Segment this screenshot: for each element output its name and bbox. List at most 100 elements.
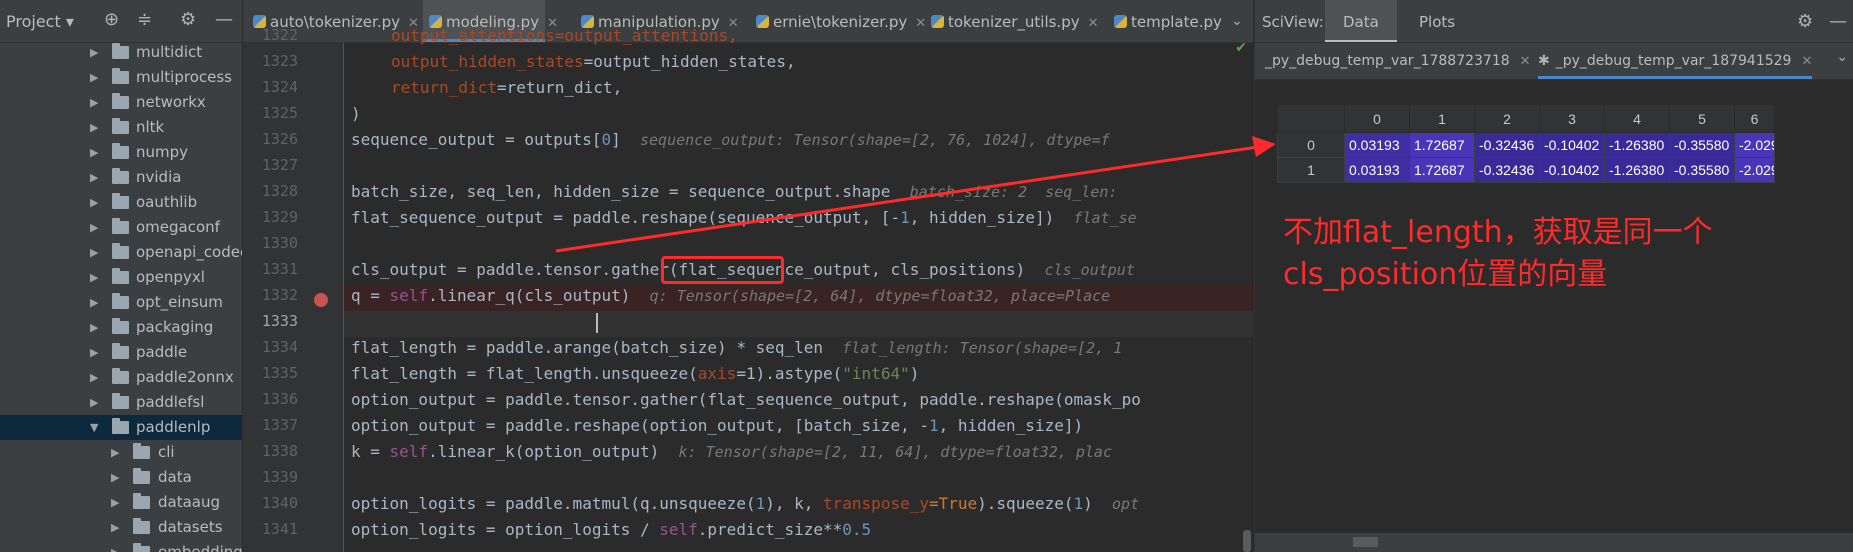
- row-index: 0: [1277, 132, 1345, 158]
- table-cell[interactable]: -0.32436: [1474, 132, 1540, 158]
- tree-item-dataaug[interactable]: ▶ dataaug: [0, 490, 242, 515]
- table-cell[interactable]: -0.32436: [1474, 157, 1540, 183]
- debug-inline-value: q: Tensor(shape=[2, 64], dtype=float32, …: [649, 287, 1111, 305]
- tree-item-openapi-codec[interactable]: ▶ openapi_codec: [0, 240, 242, 265]
- minimize-icon[interactable]: —: [215, 11, 233, 29]
- python-file-icon: [931, 15, 944, 28]
- code-line[interactable]: q = self.linear_q(cls_output) q: Tensor(…: [351, 286, 1110, 305]
- scrollbar-thumb[interactable]: [1353, 537, 1378, 547]
- tree-item-opt-einsum[interactable]: ▶ opt_einsum: [0, 290, 242, 315]
- close-icon[interactable]: ✕: [1520, 54, 1531, 69]
- code-line[interactable]: k = self.linear_k(option_output) k: Tens…: [351, 442, 1112, 461]
- table-cell[interactable]: -0.10402: [1539, 132, 1605, 158]
- tree-item-packaging[interactable]: ▶ packaging: [0, 315, 242, 340]
- debug-inline-value: cls_output: [1044, 261, 1135, 279]
- current-line-highlight: [344, 311, 1253, 337]
- tree-item-omegaconf[interactable]: ▶ omegaconf: [0, 215, 242, 240]
- table-cell[interactable]: -0.35580: [1669, 132, 1735, 158]
- code-line[interactable]: flat_length = flat_length.unsqueeze(axis…: [351, 364, 919, 383]
- tree-item-paddle[interactable]: ▶ paddle: [0, 340, 242, 365]
- table-cell[interactable]: -1.26380: [1604, 132, 1670, 158]
- column-header[interactable]: 0: [1344, 104, 1410, 133]
- line-number: 1336: [261, 390, 298, 408]
- table-cell[interactable]: 1.72687: [1409, 132, 1475, 158]
- folder-icon: [112, 293, 129, 309]
- close-icon[interactable]: ✕: [1088, 16, 1099, 31]
- code-line[interactable]: option_logits = option_logits / self.pre…: [351, 520, 871, 539]
- tree-item-nltk[interactable]: ▶ nltk: [0, 115, 242, 140]
- column-header[interactable]: 4: [1604, 104, 1670, 133]
- table-cell[interactable]: 0.03193: [1344, 132, 1410, 158]
- table-cell[interactable]: -0.10402: [1539, 157, 1605, 183]
- breakpoint-icon[interactable]: [314, 293, 328, 307]
- tree-item-data[interactable]: ▶ data: [0, 465, 242, 490]
- tree-item-cli[interactable]: ▶ cli: [0, 440, 242, 465]
- tabs-overflow-icon[interactable]: ⌄: [1221, 0, 1253, 42]
- project-panel: Project ▾ ⊕ ≑ ⚙ — ▶ multidict ▶ multiproce…: [0, 0, 242, 552]
- code-line[interactable]: flat_length = paddle.arange(batch_size) …: [351, 338, 1122, 357]
- code-line[interactable]: flat_sequence_output = paddle.reshape(se…: [351, 208, 1137, 227]
- code-line[interactable]: return_dict=return_dict,: [391, 78, 622, 97]
- column-header[interactable]: 2: [1474, 104, 1540, 133]
- tree-item-networkx[interactable]: ▶ networkx: [0, 90, 242, 115]
- text-cursor: [596, 313, 598, 333]
- tree-item-paddlefsl[interactable]: ▶ paddlefsl: [0, 390, 242, 415]
- code-line[interactable]: output_hidden_states=output_hidden_state…: [391, 52, 796, 71]
- column-header[interactable]: 1: [1409, 104, 1475, 133]
- annotation-line-2: cls_position位置的向量: [1283, 257, 1608, 292]
- code-line[interactable]: sequence_output = outputs[0] sequence_ou…: [351, 130, 1110, 149]
- line-number: 1331: [261, 260, 298, 278]
- line-number: 1333: [261, 312, 298, 330]
- horizontal-scrollbar[interactable]: [1255, 533, 1853, 552]
- code-line[interactable]: batch_size, seq_len, hidden_size = seque…: [351, 182, 1117, 201]
- tree-item-numpy[interactable]: ▶ numpy: [0, 140, 242, 165]
- tab-debug-var-1[interactable]: _py_debug_temp_var_1788723718 ✕: [1265, 43, 1531, 79]
- column-header[interactable]: 3: [1539, 104, 1605, 133]
- code-line[interactable]: option_output = paddle.tensor.gather(fla…: [351, 390, 1141, 409]
- folder-icon: [112, 68, 129, 84]
- tree-item-nvidia[interactable]: ▶ nvidia: [0, 165, 242, 190]
- tree-item-paddlenlp[interactable]: ▼ paddlenlp: [0, 415, 242, 440]
- gear-icon[interactable]: ⚙: [180, 11, 196, 29]
- line-number: 1335: [261, 364, 298, 382]
- chevron-down-icon[interactable]: ⌄: [1836, 49, 1848, 65]
- line-number: 1340: [261, 494, 298, 512]
- code-line[interactable]: ): [351, 104, 361, 123]
- minimize-icon[interactable]: —: [1829, 11, 1847, 32]
- folder-icon: [112, 118, 129, 134]
- tree-item-embeddings[interactable]: ▶embeddings: [0, 540, 242, 552]
- tree-item-multiprocess[interactable]: ▶ multiprocess: [0, 65, 242, 90]
- line-number: 1322: [261, 26, 298, 44]
- index-header: [1277, 104, 1345, 133]
- tab-plots[interactable]: Plots: [1401, 0, 1473, 40]
- collapse-all-icon[interactable]: ≑: [137, 11, 152, 29]
- bug-icon: ✱: [1538, 53, 1550, 69]
- folder-icon: [133, 468, 150, 484]
- tab-template[interactable]: template.py: [1108, 0, 1222, 42]
- table-cell[interactable]: -0.35580: [1669, 157, 1735, 183]
- tab-debug-var-2[interactable]: ✱ _py_debug_temp_var_187941529 ✕: [1538, 43, 1813, 79]
- column-header[interactable]: 6: [1734, 104, 1775, 133]
- tab-ernie-tokenizer[interactable]: ernie\tokenizer.py ✕: [750, 0, 926, 42]
- gear-icon[interactable]: ⚙: [1797, 11, 1813, 32]
- column-header[interactable]: 5: [1669, 104, 1735, 133]
- project-view-dropdown[interactable]: Project ▾: [6, 12, 74, 31]
- vertical-scrollbar[interactable]: [1243, 530, 1251, 552]
- tab-data[interactable]: Data: [1325, 0, 1397, 42]
- table-cell[interactable]: 1.72687: [1409, 157, 1475, 183]
- locate-icon[interactable]: ⊕: [104, 11, 119, 29]
- tree-item-paddle2onnx[interactable]: ▶ paddle2onnx: [0, 365, 242, 390]
- table-cell[interactable]: -2.029: [1734, 157, 1775, 183]
- code-line[interactable]: option_output = paddle.reshape(option_ou…: [351, 416, 1083, 435]
- tree-item-openpyxl[interactable]: ▶ openpyxl: [0, 265, 242, 290]
- tree-item-multidict[interactable]: ▶ multidict: [0, 40, 242, 65]
- tree-item-oauthlib[interactable]: ▶ oauthlib: [0, 190, 242, 215]
- code-line[interactable]: output_attentions=output_attentions,: [391, 26, 738, 45]
- tree-item-datasets[interactable]: ▶ datasets: [0, 515, 242, 540]
- table-cell[interactable]: -2.029: [1734, 132, 1775, 158]
- close-icon[interactable]: ✕: [1801, 54, 1812, 69]
- code-line[interactable]: option_logits = paddle.matmul(q.unsqueez…: [351, 494, 1139, 513]
- table-cell[interactable]: -1.26380: [1604, 157, 1670, 183]
- table-cell[interactable]: 0.03193: [1344, 157, 1410, 183]
- tab-tokenizer-utils[interactable]: tokenizer_utils.py ✕: [925, 0, 1099, 42]
